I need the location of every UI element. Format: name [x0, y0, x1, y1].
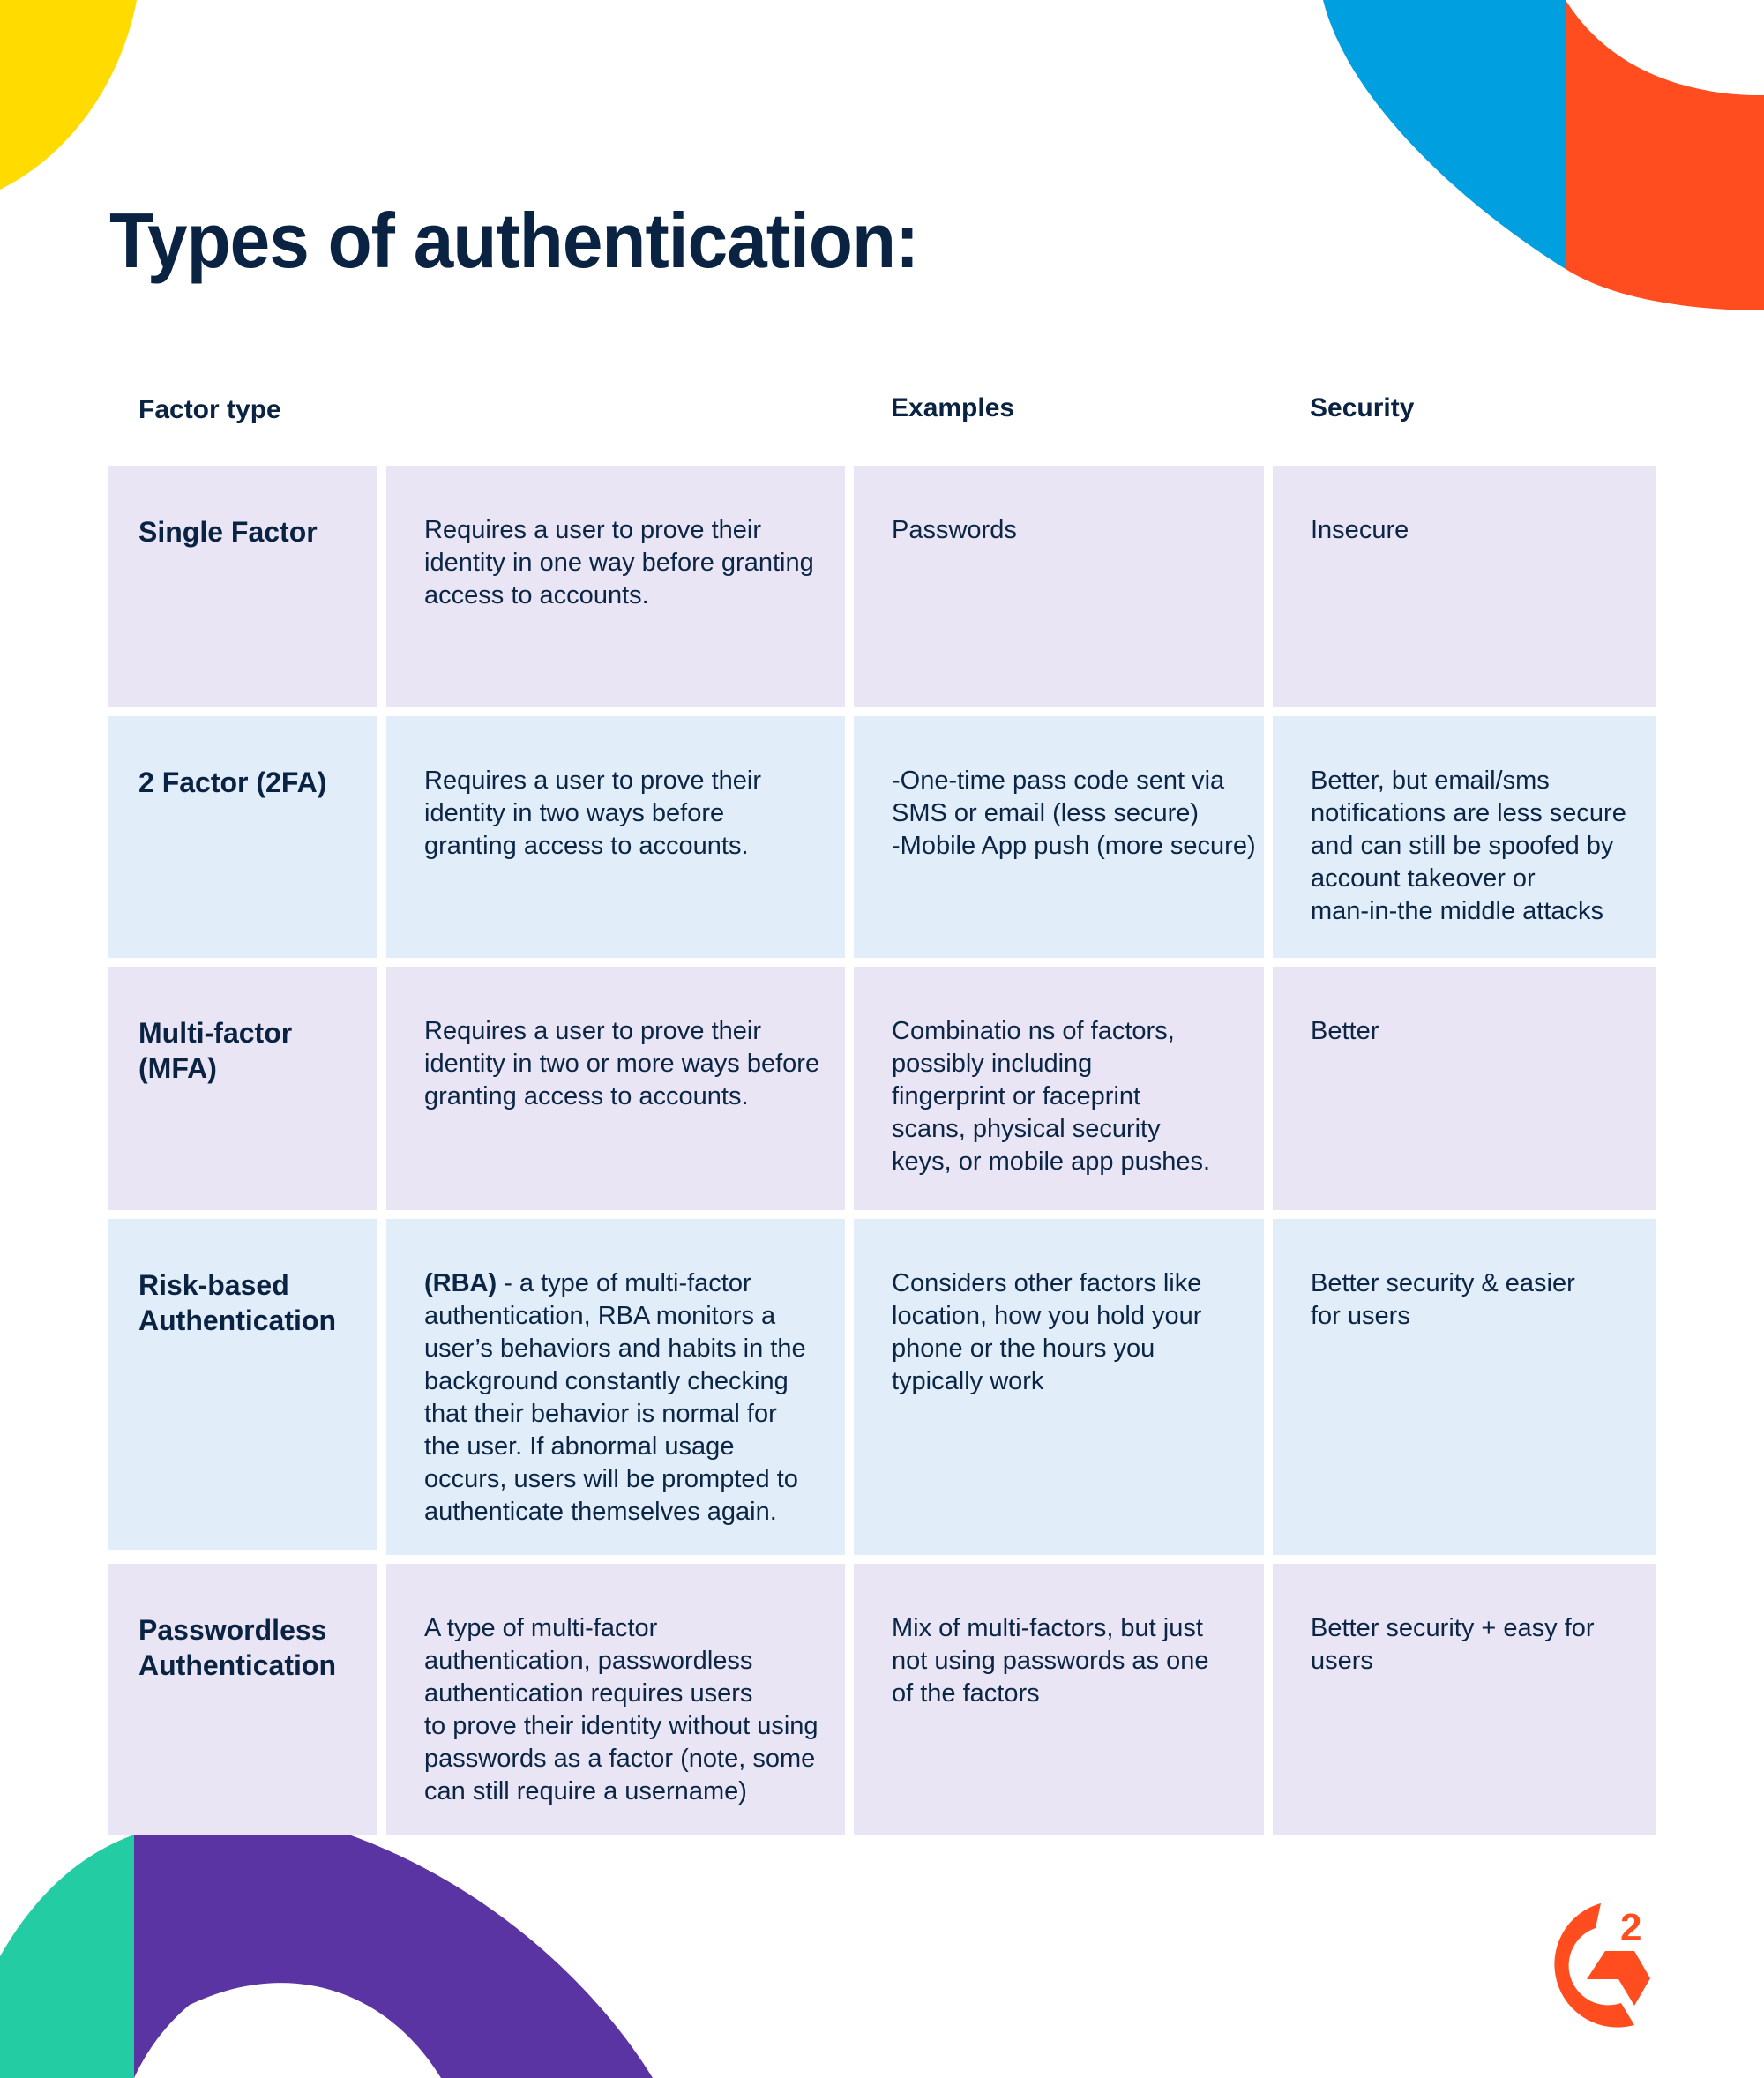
description-line: can still require a username) [424, 1777, 747, 1805]
description-line: authentication, passwordless [424, 1647, 753, 1675]
table-row-2-factor: 2 Factor (2FA) [108, 716, 377, 958]
blue-orange-corner-shape [1323, 0, 1764, 310]
table-row-3-description: Requires a user to prove their identity … [386, 967, 845, 1210]
examples-line: not using passwords as one [892, 1647, 1209, 1675]
description-line: A type of multi-factor [424, 1614, 658, 1642]
table-row-2-description: Requires a user to prove their identity … [386, 716, 845, 958]
yellow-corner-shape [0, 0, 137, 190]
factor-label: 2 Factor (2FA) [138, 766, 327, 798]
description-line: background constantly checking [424, 1367, 789, 1395]
table-row-2-security: Better, but email/sms notifications are … [1273, 716, 1656, 958]
table-row-5-description: A type of multi-factor authentication, p… [386, 1564, 845, 1835]
examples-line: -Mobile App push (more secure) [892, 832, 1256, 860]
description-line: identity in two ways before [424, 799, 725, 827]
factor-label: Single Factor [138, 516, 318, 548]
description-line: (RBA) - a type of multi-factor [424, 1267, 818, 1300]
description-line: authentication, RBA monitors a [424, 1302, 776, 1330]
description-line: granting access to accounts. [424, 1082, 749, 1110]
green-purple-corner-shape [0, 1816, 653, 2078]
examples-line: scans, physical security [892, 1115, 1161, 1143]
table-row-1-description: Requires a user to prove their identity … [386, 466, 845, 707]
description-line: user’s behaviors and habits in the [424, 1334, 806, 1363]
examples-line: Mix of multi-factors, but just [892, 1614, 1203, 1642]
description-line: identity in one way before granting [424, 549, 814, 577]
description-text: - a type of multi-factor [497, 1269, 751, 1297]
table-row-3-security: Better [1273, 967, 1656, 1210]
factor-label: Risk-based [138, 1269, 289, 1301]
security-line: Better security & easier [1311, 1269, 1575, 1297]
table-row-2-examples: -One-time pass code sent via SMS or emai… [854, 716, 1264, 958]
description-line: occurs, users will be prompted to [424, 1465, 798, 1493]
description-line: the user. If abnormal usage [424, 1432, 735, 1461]
examples-line: possibly including [892, 1050, 1093, 1078]
examples-line: of the factors [892, 1679, 1040, 1708]
description-line: Requires a user to prove their [424, 1017, 762, 1045]
table-row-1-examples: Passwords [854, 466, 1264, 707]
table-row-5-security: Better security + easy for users [1273, 1564, 1656, 1835]
examples-line: Passwords [892, 516, 1017, 544]
description-line: passwords as a factor (note, some [424, 1745, 816, 1773]
table-row-1-security: Insecure [1273, 466, 1656, 707]
table-row-4-factor: Risk-based Authentication [108, 1219, 377, 1550]
table-row-5-examples: Mix of multi-factors, but just not using… [854, 1564, 1264, 1835]
examples-line: fingerprint or faceprint [892, 1082, 1141, 1110]
table-row-4-security: Better security & easier for users [1273, 1219, 1656, 1555]
description-line: identity in two or more ways before [424, 1050, 820, 1078]
description-line: that their behavior is normal for [424, 1400, 777, 1428]
header-factor-type: Factor type [138, 395, 281, 424]
page-title: Types of authentication: [109, 197, 919, 284]
header-examples: Examples [891, 393, 1015, 422]
security-line: man-in-the middle attacks [1311, 897, 1604, 925]
authentication-table: Single Factor Requires a user to prove t… [108, 466, 1656, 1835]
security-line: Better security + easy for [1311, 1614, 1595, 1642]
security-line: Better [1311, 1017, 1379, 1045]
factor-label: Multi-factor [138, 1017, 293, 1049]
security-line: for users [1311, 1302, 1410, 1330]
description-line: Requires a user to prove their [424, 516, 762, 544]
table-row-5-factor: Passwordless Authentication [108, 1564, 377, 1835]
description-line: authenticate themselves again. [424, 1498, 777, 1526]
rba-prefix: (RBA) [424, 1269, 497, 1297]
logo-superscript: 2 [1620, 1906, 1641, 1949]
examples-line: Combinatio ns of factors, [892, 1017, 1175, 1045]
examples-line: Considers other factors like [892, 1269, 1202, 1297]
factor-label: Passwordless [138, 1614, 327, 1646]
security-line: account takeover or [1311, 864, 1536, 893]
security-line: users [1311, 1647, 1373, 1675]
examples-line: -One-time pass code sent via [892, 766, 1225, 795]
description-line: access to accounts. [424, 581, 649, 609]
table-row-4-examples: Considers other factors like location, h… [854, 1219, 1264, 1555]
security-line: notifications are less secure [1311, 799, 1626, 827]
examples-line: keys, or mobile app pushes. [892, 1147, 1211, 1176]
description-line: granting access to accounts. [424, 832, 749, 860]
examples-line: location, how you hold your [892, 1302, 1202, 1330]
table-row-4-description: (RBA) - a type of multi-factor authentic… [386, 1219, 845, 1555]
g2-logo-icon: 2 [1554, 1903, 1650, 2028]
description-line: authentication requires users [424, 1679, 753, 1708]
header-security: Security [1310, 393, 1415, 422]
examples-line: typically work [892, 1367, 1044, 1395]
security-line: Insecure [1311, 516, 1409, 544]
factor-label: Authentication [138, 1649, 336, 1681]
security-line: Better, but email/sms [1311, 766, 1550, 795]
factor-label: (MFA) [138, 1052, 217, 1084]
table-row-1-factor: Single Factor [108, 466, 377, 707]
examples-line: phone or the hours you [892, 1334, 1155, 1363]
security-line: and can still be spoofed by [1311, 832, 1614, 860]
factor-label: Authentication [138, 1304, 336, 1336]
examples-line: SMS or email (less secure) [892, 799, 1200, 827]
description-line: to prove their identity without using [424, 1712, 818, 1740]
description-line: Requires a user to prove their [424, 766, 762, 795]
table-row-3-examples: Combinatio ns of factors, possibly inclu… [854, 967, 1264, 1210]
table-row-3-factor: Multi-factor (MFA) [108, 967, 377, 1210]
